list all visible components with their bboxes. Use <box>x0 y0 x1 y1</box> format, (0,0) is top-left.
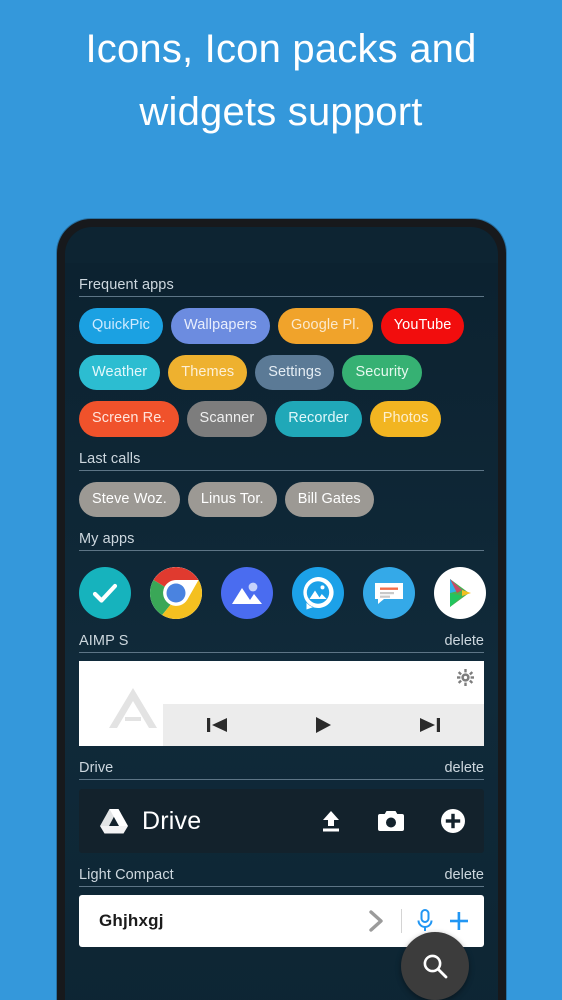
widget-title: AIMP S <box>79 633 129 649</box>
section-header-drive-widget: Drive delete <box>79 760 484 780</box>
search-icon <box>423 954 448 979</box>
checkmark-app-icon[interactable] <box>79 567 131 619</box>
search-fab[interactable] <box>401 932 469 1000</box>
frequent-app-chip[interactable]: Scanner <box>186 401 268 437</box>
last-call-chip[interactable]: Linus Tor. <box>187 481 277 517</box>
frequent-app-chip[interactable]: Themes <box>168 354 248 390</box>
play-icon[interactable] <box>312 715 334 735</box>
drive-widget[interactable]: Drive <box>79 789 484 853</box>
frequent-app-chip[interactable]: Settings <box>255 354 335 390</box>
section-header-frequent-apps: Frequent apps <box>79 277 484 297</box>
next-track-icon[interactable] <box>418 715 442 735</box>
upload-icon[interactable] <box>320 809 342 833</box>
frequent-app-chip[interactable]: Photos <box>369 401 442 437</box>
frequent-apps-row-3: Screen Re. Scanner Recorder Photos <box>79 401 484 437</box>
drive-actions <box>320 808 466 834</box>
frequent-app-chip[interactable]: Weather <box>79 354 161 390</box>
plus-icon[interactable] <box>440 808 466 834</box>
drive-label: Drive <box>142 806 202 835</box>
widget-title: Light Compact <box>79 867 174 883</box>
section-header-light-compact-widget: Light Compact delete <box>79 867 484 887</box>
launcher-content: Frequent apps QuickPic Wallpapers Google P… <box>65 263 498 1000</box>
camera-icon[interactable] <box>378 810 404 832</box>
delete-widget-link[interactable]: delete <box>444 633 484 649</box>
frequent-apps-row-2: Weather Themes Settings Security <box>79 354 484 390</box>
gear-icon[interactable] <box>457 669 474 686</box>
messages-icon[interactable] <box>363 567 415 619</box>
section-header-my-apps: My apps <box>79 531 484 551</box>
promo-headline: Icons, Icon packs and widgets support <box>0 18 562 144</box>
section-header-last-calls: Last calls <box>79 451 484 471</box>
delete-widget-link[interactable]: delete <box>444 760 484 776</box>
search-query-text: Ghjhxgj <box>99 911 164 930</box>
frequent-app-chip[interactable]: Security <box>342 354 422 390</box>
plus-icon[interactable] <box>448 909 470 933</box>
headline-line-2: widgets support <box>139 90 423 135</box>
frequent-app-chip[interactable]: Wallpapers <box>171 308 271 344</box>
previous-track-icon[interactable] <box>205 715 229 735</box>
frequent-app-chip[interactable]: YouTube <box>380 308 465 344</box>
frequent-app-chip[interactable]: Recorder <box>275 401 362 437</box>
headline-line-1: Icons, Icon packs and <box>85 27 477 71</box>
aimp-player-widget[interactable] <box>79 661 484 746</box>
gallery-icon[interactable] <box>221 567 273 619</box>
last-calls-row: Steve Woz. Linus Tor. Bill Gates <box>79 481 484 517</box>
section-title: Frequent apps <box>79 277 174 293</box>
play-store-icon[interactable] <box>434 567 486 619</box>
frequent-app-chip[interactable]: Screen Re. <box>79 401 179 437</box>
section-header-aimp-widget: AIMP S delete <box>79 633 484 653</box>
light-compact-actions <box>366 908 470 934</box>
divider <box>401 909 402 933</box>
my-apps-icon-row <box>79 567 486 619</box>
chrome-icon[interactable] <box>150 567 202 619</box>
microphone-icon[interactable] <box>415 908 435 934</box>
frequent-app-chip[interactable]: Google Pl. <box>278 308 373 344</box>
aimp-logo-icon <box>109 688 157 728</box>
frequent-apps-row-1: QuickPic Wallpapers Google Pl. YouTube <box>79 308 484 344</box>
phone-mockup: Frequent apps QuickPic Wallpapers Google P… <box>57 219 506 1000</box>
frequent-app-chip[interactable]: QuickPic <box>79 308 164 344</box>
last-call-chip[interactable]: Steve Woz. <box>79 481 180 517</box>
section-title: Last calls <box>79 450 141 467</box>
section-title: My apps <box>79 531 135 547</box>
delete-widget-link[interactable]: delete <box>444 867 484 883</box>
widget-title: Drive <box>79 760 114 776</box>
quickpic-icon[interactable] <box>292 567 344 619</box>
last-call-chip[interactable]: Bill Gates <box>284 481 374 517</box>
aimp-playback-controls <box>163 704 484 746</box>
chevron-right-icon[interactable] <box>366 908 388 934</box>
drive-logo-icon <box>100 809 128 834</box>
phone-screen: Frequent apps QuickPic Wallpapers Google P… <box>65 227 498 1000</box>
